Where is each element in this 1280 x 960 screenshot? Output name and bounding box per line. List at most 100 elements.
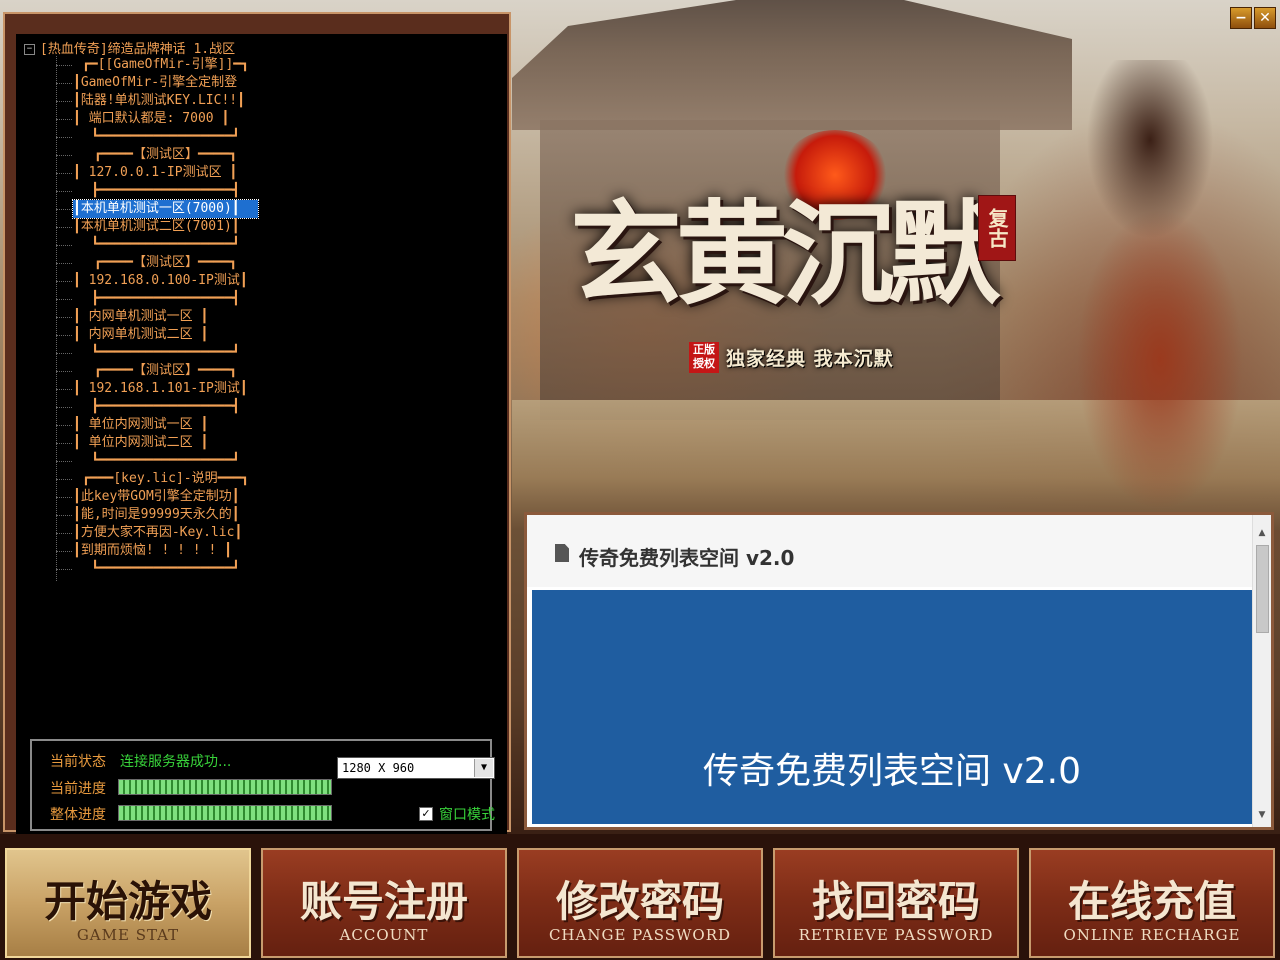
notice-body: 传奇免费列表空间 v2.0 (532, 590, 1252, 824)
server-tree: − [热血传奇]缔造品牌神话 1.战区 ┏━[[GameOfMir-引擎]]━┓ ┃… (16, 34, 507, 724)
server-item[interactable]: ┃ 单位内网测试一区 ┃ (73, 416, 258, 434)
notice-scrollbar[interactable]: ▲ ▼ (1252, 515, 1271, 827)
notice-panel: 传奇免费列表空间 v2.0 传奇免费列表空间 v2.0 ▲ ▼ (524, 512, 1274, 830)
heroine-figure (1030, 60, 1280, 530)
tree-branch (56, 569, 72, 570)
server-item[interactable]: ┃本机单机测试二区(7001)┃ (73, 218, 258, 236)
tree-branch (56, 65, 72, 66)
tree-branch (56, 263, 72, 264)
notice-body-text: 传奇免费列表空间 v2.0 (702, 751, 1081, 792)
tree-connector (56, 56, 58, 581)
button-label: 开始游戏 (43, 877, 212, 926)
tree-branch (56, 191, 72, 192)
tree-branch (56, 245, 72, 246)
server-group-frame: ┣━━━━━━━━━━━━━━━━━┫ (91, 399, 240, 414)
overall-progress-label: 整体进度 (50, 807, 106, 823)
tree-branch (56, 227, 72, 228)
server-item[interactable]: ┃方便大家不再因-Key.lic┃ (73, 524, 258, 542)
current-progress-bar (118, 779, 332, 795)
current-progress-fill (119, 780, 331, 794)
collapse-icon[interactable]: − (24, 44, 35, 55)
server-item[interactable]: ┃陆器!单机测试KEY.LIC!!┃ (73, 92, 258, 110)
tree-branch (56, 173, 72, 174)
window-mode-toggle[interactable]: ✓ 窗口模式 (419, 803, 495, 824)
server-group-frame: ┏━━━━【测试区】━━━━┓ (93, 147, 238, 162)
tree-branch (56, 461, 72, 462)
server-group-frame: ┏━━━━【测试区】━━━━┓ (93, 363, 238, 378)
button-sublabel: CHANGE PASSWORD (548, 926, 732, 944)
online-recharge-button[interactable]: 在线充值 ONLINE RECHARGE (1029, 848, 1275, 958)
button-sublabel: RETRIEVE PASSWORD (798, 926, 994, 944)
dropdown-arrow-icon[interactable]: ▼ (474, 759, 493, 777)
button-label: 找回密码 (811, 877, 980, 926)
server-item[interactable]: ┃ 内网单机测试二区 ┃ (73, 326, 258, 344)
logo-badge: 复古 (978, 195, 1016, 261)
server-group-frame: ┗━━━━━━━━━━━━━━━━━┛ (91, 237, 240, 252)
change-password-button[interactable]: 修改密码 CHANGE PASSWORD (517, 848, 763, 958)
server-item[interactable]: ┃到期而烦恼! ! ! ! ! ┃ (73, 542, 258, 560)
server-item[interactable]: ┃ 端口默认都是: 7000 ┃ (73, 110, 258, 128)
resolution-select[interactable]: 1280 X 960 ▼ (337, 757, 495, 779)
server-item[interactable]: ┃ 单位内网测试二区 ┃ (73, 434, 258, 452)
resolution-value: 1280 X 960 (342, 761, 415, 775)
state-label: 当前状态 (50, 754, 106, 770)
start-game-button[interactable]: 开始游戏 GAME STAT (5, 848, 251, 958)
button-label: 修改密码 (555, 877, 724, 926)
tree-root[interactable]: − [热血传奇]缔造品牌神话 1.战区 (24, 38, 235, 57)
tree-branch (56, 497, 72, 498)
server-item[interactable]: ┃ 192.168.0.100-IP测试┃ (73, 272, 258, 290)
tree-branch (56, 533, 72, 534)
server-item-selected[interactable]: ┃本机单机测试一区(7000)┃ (72, 199, 259, 219)
tree-branch (56, 317, 72, 318)
tree-branch (56, 371, 72, 372)
tree-branch (56, 389, 72, 390)
button-sublabel: ACCOUNT (339, 926, 429, 944)
tree-branch (56, 299, 72, 300)
server-group-frame: ┗━━━━━━━━━━━━━━━━━┛ (91, 561, 240, 576)
tree-branch (56, 407, 72, 408)
overall-progress-fill (119, 806, 331, 820)
server-item[interactable]: ┃ 内网单机测试一区 ┃ (73, 308, 258, 326)
window-mode-label: 窗口模式 (439, 806, 495, 823)
tree-branch (56, 119, 72, 120)
tree-branch (56, 209, 72, 210)
server-group-frame: ┣━━━━━━━━━━━━━━━━━┫ (91, 183, 240, 198)
server-item[interactable]: ┃GameOfMir-引擎全定制登 (73, 74, 258, 92)
tree-root-label: [热血传奇]缔造品牌神话 1.战区 (40, 42, 236, 57)
server-group-frame: ┗━━━━━━━━━━━━━━━━━┛ (91, 129, 240, 144)
tree-branch (56, 479, 72, 480)
window-mode-checkbox[interactable]: ✓ (419, 806, 433, 821)
tree-branch (56, 551, 72, 552)
server-item[interactable]: ┃能,时间是99999天永久的┃ (73, 506, 258, 524)
scroll-thumb[interactable] (1256, 545, 1269, 633)
server-group-frame: ┗━━━━━━━━━━━━━━━━━┛ (91, 453, 240, 468)
retrieve-password-button[interactable]: 找回密码 RETRIEVE PASSWORD (773, 848, 1019, 958)
server-panel-inner: − [热血传奇]缔造品牌神话 1.战区 ┏━[[GameOfMir-引擎]]━┓ ┃… (16, 34, 507, 837)
notice-header: 传奇免费列表空间 v2.0 (527, 515, 1252, 587)
server-group-frame: ┗━━━━━━━━━━━━━━━━━┛ (91, 345, 240, 360)
server-item[interactable]: ┃ 127.0.0.1-IP测试区 ┃ (73, 164, 258, 182)
scroll-down-icon[interactable]: ▼ (1253, 807, 1271, 823)
server-group-frame: ┏━[[GameOfMir-引擎]]━┓ (82, 57, 249, 72)
tree-branch (56, 101, 72, 102)
status-panel: 当前状态 连接服务器成功... 当前进度 整体进度 1280 X 960 ▼ ✓… (30, 739, 495, 831)
tree-branch (56, 155, 72, 156)
game-logo-title: 玄黄沉默 (570, 189, 1000, 320)
minimize-button[interactable]: − (1230, 7, 1252, 29)
auth-badge: 正版授权 (689, 342, 719, 373)
tree-branch (56, 281, 72, 282)
register-account-button[interactable]: 账号注册 ACCOUNT (261, 848, 507, 958)
button-sublabel: GAME STAT (76, 926, 180, 944)
scroll-up-icon[interactable]: ▲ (1253, 525, 1271, 541)
close-button[interactable]: ✕ (1254, 7, 1276, 29)
server-group-frame: ┏━━━[key.lic]-说明━━━┓ (82, 471, 249, 486)
server-panel: − [热血传奇]缔造品牌神话 1.战区 ┏━[[GameOfMir-引擎]]━┓ ┃… (3, 12, 511, 837)
server-group-frame: ┣━━━━━━━━━━━━━━━━━┫ (91, 291, 240, 306)
tree-branch (56, 335, 72, 336)
tree-branch (56, 443, 72, 444)
tree-branch (56, 353, 72, 354)
server-item[interactable]: ┃ 192.168.1.101-IP测试┃ (73, 380, 258, 398)
overall-progress-bar (118, 805, 332, 821)
server-item[interactable]: ┃此key带GOM引擎全定制功┃ (73, 488, 258, 506)
tree-branch (56, 137, 72, 138)
